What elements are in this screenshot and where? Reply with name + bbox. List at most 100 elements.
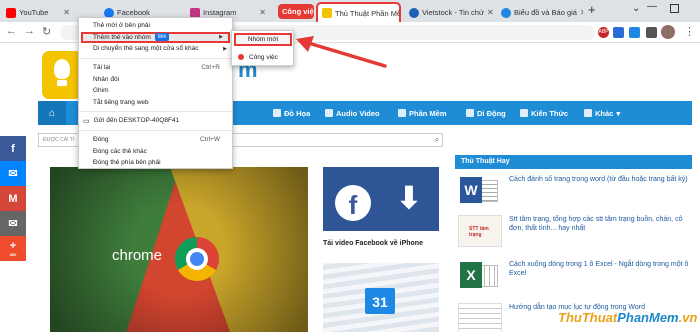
reload-icon[interactable]: ↻ xyxy=(42,25,51,38)
article-thumbnail-facebook[interactable]: f ⬇ xyxy=(323,167,439,231)
extension-icon[interactable] xyxy=(613,27,624,38)
menu-item-close[interactable]: Đóng Ctrl+W xyxy=(79,134,232,146)
tab-group-cong-viec[interactable]: Công việc xyxy=(278,4,314,19)
new-tab-button[interactable]: + xyxy=(588,2,596,17)
menu-item-duplicate[interactable]: Nhân đôi xyxy=(79,73,232,85)
more-share-button[interactable]: +800 xyxy=(0,236,26,261)
browser-window: YouTube ✕ Facebook Instagram ✕ Công việc… xyxy=(0,0,700,332)
article-thumbnail: STT tâm trạng xyxy=(458,215,502,247)
nav-item-kien-thuc[interactable]: Kiến Thức xyxy=(520,101,568,125)
menu-item-label: Thêm thẻ vào nhóm xyxy=(93,33,151,41)
submenu-item-new-group[interactable]: Nhóm mới xyxy=(234,33,292,46)
article-title[interactable]: Tải video Facebook về iPhone xyxy=(323,240,423,247)
nav-icon xyxy=(273,109,281,117)
nav-item-do-hoa[interactable]: Đồ Họa xyxy=(273,101,310,125)
list-item-title[interactable]: Stt tâm trạng, tổng hợp các stt tâm trạn… xyxy=(509,215,693,233)
messenger-share-button[interactable]: ✉ xyxy=(0,161,26,186)
messenger-icon: ✉ xyxy=(8,168,18,180)
nav-label: Kiến Thức xyxy=(531,108,569,118)
close-icon[interactable]: ✕ xyxy=(259,8,266,17)
extension-icon[interactable] xyxy=(629,27,640,38)
more-menu-icon[interactable]: ⋮ xyxy=(684,25,695,38)
menu-separator xyxy=(79,57,232,59)
facebook-share-button[interactable]: f xyxy=(0,136,26,161)
menu-item-reload[interactable]: Tải lại Ctrl+R xyxy=(79,62,232,74)
plus-icon: + xyxy=(9,240,17,252)
watermark-part: .vn xyxy=(678,310,698,325)
chrome-logo-icon xyxy=(175,237,219,281)
site-logo[interactable] xyxy=(42,51,82,99)
menu-item-label: Thẻ mới ở bên phải xyxy=(93,22,150,30)
list-item[interactable]: W Cách đánh số trang trong word (từ đầu … xyxy=(458,175,693,215)
sidebar-title: Thủ Thuật Hay xyxy=(455,155,692,169)
nav-item-khac[interactable]: Khác ▾ xyxy=(584,101,620,125)
list-item-title[interactable]: Cách đánh số trang trong word (từ đầu ho… xyxy=(509,175,693,184)
tab-vietstock[interactable]: Vietstock - Tin chứ ✕ xyxy=(405,3,497,22)
nav-icon xyxy=(520,109,528,117)
chrome-wordmark: chrome xyxy=(112,247,163,264)
avatar[interactable] xyxy=(661,25,675,39)
menu-item-send-to-device[interactable]: ▭ Gửi đến DESKTOP-40Q8F41 xyxy=(79,115,232,127)
tab-group-label: Công việc xyxy=(282,7,314,16)
close-icon[interactable]: ✕ xyxy=(487,8,494,17)
forward-icon[interactable]: → xyxy=(24,25,35,37)
tab-youtube[interactable]: YouTube ✕ xyxy=(2,3,74,22)
chevron-right-icon: ▶ xyxy=(219,34,223,41)
extension-icon[interactable] xyxy=(646,27,657,38)
submenu-item-label: Công việc xyxy=(249,53,278,61)
search-icon[interactable]: ⌕ xyxy=(431,133,443,147)
home-icon[interactable]: ⌂ xyxy=(38,101,66,125)
maximize-button[interactable] xyxy=(670,4,679,13)
menu-item-label: Tắt tiếng trang web xyxy=(93,98,149,106)
email-share-button[interactable]: ✉ xyxy=(0,211,26,236)
excel-badge: X xyxy=(460,262,482,288)
tab-thuthuatphanmem[interactable]: Thủ Thuật Phần Mề xyxy=(316,2,401,22)
menu-item-mute-site[interactable]: Tắt tiếng trang web xyxy=(79,97,232,109)
list-item-title[interactable]: Cách xuống dòng trong 1 ô Excel - Ngắt d… xyxy=(509,260,693,278)
tab-title: Facebook xyxy=(117,8,150,17)
nav-icon xyxy=(584,109,592,117)
nav-item-audio-video[interactable]: Audio Video xyxy=(325,101,380,125)
menu-item-pin[interactable]: Ghim xyxy=(79,85,232,97)
menu-item-close-others[interactable]: Đóng các thẻ khác xyxy=(79,145,232,157)
nav-icon xyxy=(466,109,474,117)
submenu-item-cong-viec[interactable]: Công việc xyxy=(234,51,292,63)
nav-label: Di Động xyxy=(477,108,506,118)
close-icon[interactable]: ✕ xyxy=(580,8,583,17)
nav-icon xyxy=(325,109,333,117)
tab-title: Instagram xyxy=(203,8,237,17)
lightbulb-icon xyxy=(54,59,70,79)
cloud-icon xyxy=(501,7,511,18)
article-thumbnail-calendar[interactable]: 31 xyxy=(323,263,439,332)
gmail-share-button[interactable]: M xyxy=(0,186,26,211)
lightbulb-base xyxy=(57,80,67,86)
nav-icon xyxy=(398,109,406,117)
minimize-button[interactable]: — xyxy=(647,1,657,12)
back-icon[interactable]: ← xyxy=(6,25,17,37)
thumbnail-text: STT tâm trạng xyxy=(469,226,489,238)
calendar-icon: 31 xyxy=(365,288,395,314)
watermark-part: PhanMem xyxy=(617,310,679,325)
social-share-buttons: f ✉ M ✉ +800 xyxy=(0,136,26,261)
menu-item-new-tab-right[interactable]: Thẻ mới ở bên phải xyxy=(79,20,232,32)
list-item[interactable]: X Cách xuống dòng trong 1 ô Excel - Ngắt… xyxy=(458,260,693,300)
tab-title: YouTube xyxy=(19,8,49,17)
word-icon: W xyxy=(458,175,502,207)
chrome-logo-core xyxy=(190,252,204,266)
menu-item-move-to-window[interactable]: Di chuyển thẻ sang một cửa sổ khác ▶ xyxy=(79,43,232,55)
menu-separator xyxy=(79,129,232,131)
nav-item-di-dong[interactable]: Di Động xyxy=(466,101,506,125)
nav-item-phan-mem[interactable]: Phần Mềm xyxy=(398,101,447,125)
watermark-part: ThuThuat xyxy=(558,310,618,325)
tab-context-menu: Thẻ mới ở bên phải Thêm thẻ vào nhóm Mới ▶… xyxy=(78,17,233,169)
facebook-icon: f xyxy=(11,142,15,155)
tab-bieu-do[interactable]: Biểu đồ và Báo giá ✕ xyxy=(497,3,583,22)
menu-item-add-to-group[interactable]: Thêm thẻ vào nhóm Mới ▶ xyxy=(81,31,230,44)
featured-image-chrome[interactable]: chrome xyxy=(50,167,308,332)
list-item[interactable]: STT tâm trạng Stt tâm trạng, tổng hợp cá… xyxy=(458,215,693,255)
adblock-extension-icon[interactable]: ABP xyxy=(598,27,609,38)
menu-item-close-right[interactable]: Đóng thẻ phía bên phải xyxy=(79,157,232,169)
close-icon[interactable]: ✕ xyxy=(63,8,70,17)
chevron-down-icon[interactable]: ⌄ xyxy=(632,3,640,14)
menu-item-label: Đóng thẻ phía bên phải xyxy=(93,159,161,167)
